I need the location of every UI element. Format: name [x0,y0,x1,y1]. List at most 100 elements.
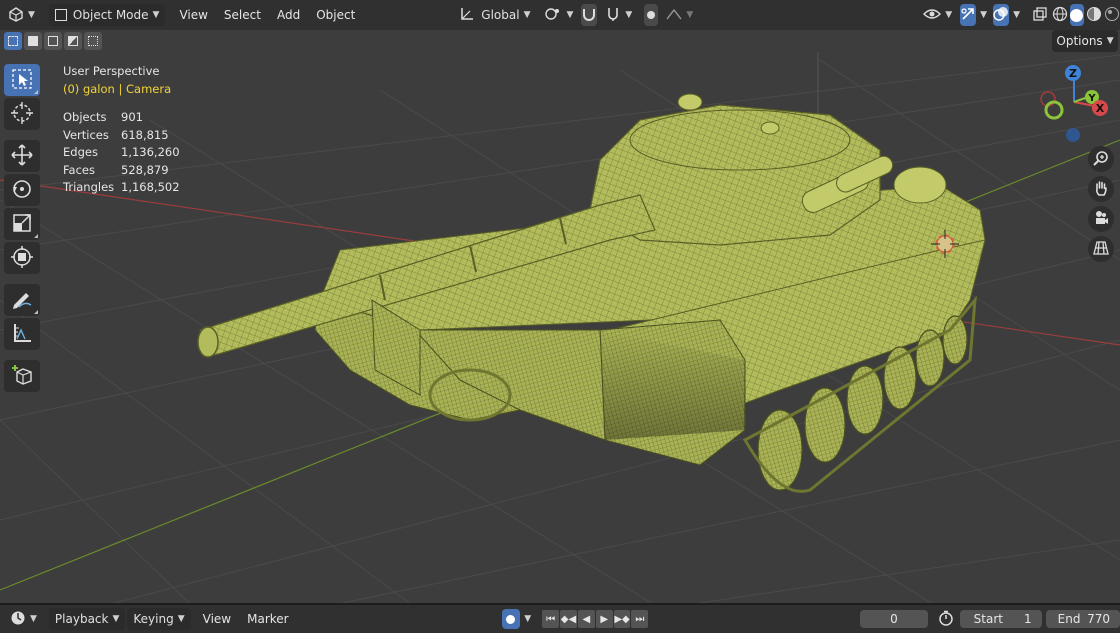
shading-wireframe-button[interactable] [1052,4,1068,26]
pan-button[interactable] [1088,176,1114,202]
viewport-header: ▼ Object Mode ▼ View Select Add Object G… [0,0,1120,30]
jump-to-end-button[interactable]: ⏭ [631,610,649,628]
orientation-label: Global [481,8,520,22]
menu-view[interactable]: View [171,8,215,22]
chevron-down-icon[interactable]: ▼ [980,10,987,20]
timeline-editor-type-selector[interactable]: ▼ [4,608,43,630]
auto-keying-button[interactable] [501,609,521,629]
snap-toggle-button[interactable] [581,4,598,26]
editor-type-selector[interactable]: ▼ [2,4,41,26]
play-reverse-button[interactable]: ◀ [577,610,595,628]
stat-row: Objects 901 [63,109,180,127]
shading-rendered-button[interactable] [1104,4,1120,26]
shading-material-button[interactable] [1086,4,1102,26]
start-frame-field[interactable]: Start 1 [959,610,1042,628]
chevron-down-icon: ▼ [686,10,694,20]
solid-sphere-icon [1070,8,1084,22]
active-object-label: (0) galon | Camera [63,81,172,96]
menu-select[interactable]: Select [216,8,269,22]
snap-target-icon [605,6,621,25]
select-invert-icon [68,36,78,46]
select-intersect-icon [88,36,98,46]
tool-cursor[interactable] [4,98,40,130]
options-label: Options [1056,34,1103,48]
jump-start-icon: ⏮ [546,613,556,625]
zoom-icon [1093,150,1109,169]
play-button[interactable]: ▶ [595,610,613,628]
viewport-editor-icon [8,6,24,25]
tool-annotate[interactable] [4,284,40,316]
jump-to-prev-keyframe-button[interactable]: ◆◀ [560,610,577,628]
tool-scale[interactable] [4,208,40,240]
tool-measure[interactable] [4,318,40,350]
selection-mode-row [0,30,1120,52]
gizmo-neg-z-handle[interactable] [1066,128,1080,142]
zoom-button[interactable] [1088,146,1114,172]
jump-to-start-button[interactable]: ⏮ [542,610,560,628]
falloff-selector[interactable]: ▼ [660,4,699,26]
perspective-toggle-button[interactable] [1088,236,1114,262]
stat-label: Triangles [63,180,115,194]
grid-perspective-icon [1093,240,1109,259]
snap-target-selector[interactable]: ▼ [599,4,638,26]
select-invert-button[interactable] [64,32,82,50]
menu-keying[interactable]: Keying ▼ [127,608,191,630]
xray-icon [1032,6,1048,25]
select-new-button[interactable] [4,32,22,50]
menu-playback[interactable]: Playback ▼ [48,608,126,630]
tool-move[interactable] [4,140,40,172]
visibility-selector[interactable]: ▼ [917,4,958,26]
current-frame-field[interactable]: 0 [860,610,928,628]
menu-marker[interactable]: Marker [239,612,296,626]
camera-view-button[interactable] [1088,206,1114,232]
pencil-icon [11,288,33,313]
proportional-edit-button[interactable] [644,4,659,26]
chevron-down-icon[interactable]: ▼ [1013,10,1020,20]
start-value: 1 [1024,612,1032,626]
stat-row: Triangles 1,168,502 [63,179,180,197]
menu-object[interactable]: Object [308,8,363,22]
transform-orientation-selector[interactable]: Global ▼ [453,4,536,26]
tool-select-box[interactable] [4,64,40,96]
menu-timeline-view[interactable]: View [195,612,239,626]
chevron-down-icon: ▼ [566,10,574,20]
select-intersect-button[interactable] [84,32,102,50]
material-sphere-icon [1086,6,1102,25]
playback-label: Playback [54,612,109,626]
camera-icon [1093,210,1109,229]
select-extend-button[interactable] [24,32,42,50]
mode-label: Object Mode [72,8,149,22]
play-reverse-icon: ◀ [582,613,591,625]
mode-selector[interactable]: Object Mode ▼ [48,4,166,26]
options-dropdown[interactable]: Options ▼ [1052,30,1118,52]
tool-rotate[interactable] [4,174,40,206]
navigation-gizmo[interactable]: Z Y X [1030,62,1114,146]
pivot-point-selector[interactable]: ▼ [538,4,579,26]
stat-value: 1,168,502 [121,180,180,194]
chevron-down-icon[interactable]: ▼ [524,614,531,624]
tool-separator [4,276,44,284]
viewport-text-info: User Perspective (0) galon | Camera Obje… [63,63,180,197]
move-arrows-icon [11,143,33,169]
jump-to-next-keyframe-button[interactable]: ▶◆ [613,610,631,628]
end-value: 770 [1087,612,1111,626]
overlays-toggle-button[interactable] [993,4,1010,26]
gizmo-toggle-button[interactable] [960,4,977,26]
chevron-down-icon: ▼ [177,614,185,624]
select-subtract-button[interactable] [44,32,62,50]
gizmo-neg-y-handle[interactable] [1044,100,1064,120]
tool-transform[interactable] [4,242,40,274]
xray-toggle-button[interactable] [1032,4,1048,26]
scale-icon [11,212,33,237]
pivot-icon [544,6,562,25]
magnet-icon [581,6,597,25]
chevron-down-icon: ▼ [523,10,531,20]
end-frame-field[interactable]: End 770 [1045,610,1120,628]
tool-add-cube[interactable] [4,360,40,392]
next-keyframe-icon: ▶◆ [614,613,630,625]
rotate-icon [11,178,33,203]
menu-add[interactable]: Add [269,8,308,22]
select-box-icon [11,68,33,93]
stopwatch-icon[interactable] [938,610,954,629]
shading-solid-button[interactable] [1070,4,1084,26]
